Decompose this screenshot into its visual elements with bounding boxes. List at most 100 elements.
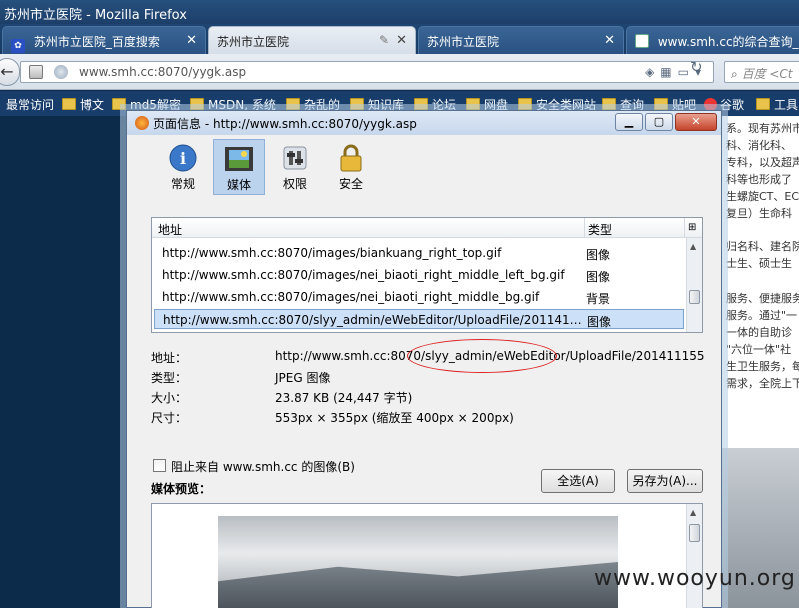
- page-info-dialog: 页面信息 - http://www.smh.cc:8070/yygk.asp ▁…: [126, 110, 722, 608]
- folder-icon: [466, 98, 480, 110]
- page-text: 生螺旋CT、EC: [726, 190, 799, 203]
- watermark: www.wooyun.org: [594, 566, 796, 591]
- folder-icon: [286, 98, 300, 110]
- folder-icon: [518, 98, 532, 110]
- tab-baidu-search[interactable]: ✿ 苏州市立医院_百度搜索 ✕: [2, 26, 206, 54]
- pin-icon: ✎: [378, 33, 389, 47]
- dialog-title: 页面信息 - http://www.smh.cc:8070/yygk.asp: [153, 117, 417, 131]
- globe-icon: [54, 65, 68, 79]
- folder-icon: [350, 98, 364, 110]
- tab-strip: ✿ 苏州市立医院_百度搜索 ✕ 苏州市立医院 ✎ ✕ 苏州市立医院 ✕ www.…: [0, 24, 799, 54]
- maximize-button[interactable]: ▢: [645, 113, 673, 131]
- tab-close-icon[interactable]: ✕: [396, 33, 407, 48]
- magnifier-icon: ⌕: [731, 67, 738, 81]
- detail-type-label: 类型：: [151, 371, 188, 385]
- bookmark-folder[interactable]: 工具: [756, 96, 798, 113]
- scroll-up-icon[interactable]: ▲: [690, 242, 696, 251]
- tab-security[interactable]: 安全: [325, 139, 377, 195]
- bookmark-folder[interactable]: 博文: [62, 96, 104, 113]
- page-text: 一体的自助诊: [726, 326, 792, 339]
- scroll-thumb[interactable]: [689, 524, 700, 542]
- media-preview: ▲: [151, 503, 703, 608]
- block-images-label: 阻止来自 www.smh.cc 的图像(B): [171, 460, 355, 474]
- page-text: 服务、便捷服务: [726, 292, 799, 305]
- tab-close-icon[interactable]: ✕: [186, 33, 197, 48]
- table-row[interactable]: http://www.smh.cc:8070/images/nei_biaoti…: [154, 265, 684, 285]
- url-text: www.smh.cc:8070/yygk.asp: [79, 65, 247, 79]
- column-address[interactable]: 地址: [158, 221, 182, 238]
- tab-general[interactable]: i 常规: [157, 139, 209, 195]
- page-text: 科、消化科、: [726, 139, 792, 152]
- window-title: 苏州市立医院 - Mozilla Firefox: [4, 8, 187, 23]
- tab-label: 苏州市立医院: [427, 35, 500, 49]
- column-type[interactable]: 类型: [588, 221, 612, 238]
- highlight-annotation: [407, 339, 557, 373]
- site-favicon-icon: [635, 34, 649, 48]
- folder-icon: [112, 98, 126, 110]
- window-titlebar: 苏州市立医院 - Mozilla Firefox: [0, 0, 799, 24]
- save-as-button[interactable]: 另存为(A)...: [627, 469, 703, 493]
- table-row-selected[interactable]: http://www.smh.cc:8070/slyy_admin/eWebEd…: [154, 309, 684, 329]
- media-list-header: 地址 类型 ⊞: [152, 218, 702, 238]
- page-identity-icon: [29, 65, 43, 79]
- url-bar[interactable]: www.smh.cc:8070/yygk.asp ◈▦▭▾: [20, 61, 714, 83]
- folder-icon: [414, 98, 428, 110]
- page-text: 复旦）生命科: [726, 207, 792, 220]
- preview-scrollbar[interactable]: ▲: [686, 504, 702, 608]
- navigation-bar: ← www.smh.cc:8070/yygk.asp ◈▦▭▾ ↻ ⌕ 百度 <…: [0, 54, 799, 90]
- page-text: 士生、硕士生: [726, 257, 792, 270]
- page-text: 系。现有苏州市: [726, 122, 799, 135]
- close-button[interactable]: ✕: [675, 113, 717, 131]
- scroll-up-icon[interactable]: ▲: [690, 508, 696, 517]
- column-separator: [684, 218, 685, 238]
- page-text: 科等也形成了: [726, 173, 792, 186]
- detail-size-label: 大小：: [151, 391, 188, 405]
- lock-icon: [336, 143, 366, 173]
- detail-dims-label: 尺寸：: [151, 411, 188, 425]
- tab-close-icon[interactable]: ✕: [604, 33, 615, 48]
- block-images-checkbox[interactable]: [153, 459, 166, 472]
- tab-label: 苏州市立医院: [217, 35, 290, 49]
- tab-smh-query[interactable]: www.smh.cc的综合查询_: [626, 26, 799, 54]
- minimize-button[interactable]: ▁: [615, 113, 643, 131]
- media-list[interactable]: 地址 类型 ⊞ http://www.smh.cc:8070/images/bi…: [151, 217, 703, 333]
- tab-hospital-active[interactable]: 苏州市立医院 ✎ ✕: [208, 26, 416, 54]
- detail-address-label: 地址：: [151, 351, 188, 365]
- tab-label: 苏州市立医院_百度搜索: [33, 35, 160, 49]
- baidu-paw-icon: ✿: [11, 39, 25, 53]
- select-all-button[interactable]: 全选(A): [541, 469, 615, 493]
- folder-icon: [602, 98, 616, 110]
- detail-size-value: 23.87 KB (24,447 字节): [275, 391, 413, 405]
- folder-icon: [62, 98, 76, 110]
- folder-icon: [190, 98, 204, 110]
- detail-type-value: JPEG 图像: [275, 371, 331, 385]
- scroll-thumb[interactable]: [689, 290, 700, 304]
- page-text: 生卫生服务，每: [726, 360, 799, 373]
- info-icon: i: [168, 143, 198, 173]
- search-placeholder: 百度 <Ct: [741, 67, 793, 81]
- tab-hospital[interactable]: 苏州市立医院 ✕: [418, 26, 624, 54]
- table-row[interactable]: http://www.smh.cc:8070/images/biankuang_…: [154, 243, 684, 263]
- list-scrollbar[interactable]: ▲: [686, 238, 702, 332]
- page-text: 归名科、建名院: [726, 240, 799, 253]
- tab-label: www.smh.cc的综合查询_: [657, 35, 799, 49]
- page-text: 需求，全院上下: [726, 377, 799, 390]
- table-row[interactable]: http://www.smh.cc:8070/images/nei_biaoti…: [154, 287, 684, 307]
- permissions-icon: [280, 143, 310, 173]
- page-text: 专科，以及超声: [726, 156, 799, 169]
- tab-permissions[interactable]: 权限: [269, 139, 321, 195]
- media-preview-label: 媒体预览：: [151, 482, 212, 496]
- search-box[interactable]: ⌕ 百度 <Ct: [724, 61, 799, 83]
- page-text: "六位一体"社: [726, 343, 792, 356]
- firefox-icon: [135, 116, 149, 130]
- bookmark-most-visited[interactable]: 最常访问: [6, 96, 54, 113]
- page-text: 服务。通过"一: [726, 309, 798, 322]
- column-picker-icon[interactable]: ⊞: [688, 222, 696, 233]
- reload-icon[interactable]: ↻: [690, 58, 703, 76]
- dialog-toolbar: i 常规 媒体 权限 安全: [127, 135, 721, 199]
- dialog-titlebar: 页面信息 - http://www.smh.cc:8070/yygk.asp ▁…: [127, 111, 721, 135]
- tab-media[interactable]: 媒体: [213, 139, 265, 195]
- back-button[interactable]: ←: [0, 58, 20, 86]
- svg-text:i: i: [180, 149, 186, 168]
- column-separator: [584, 218, 585, 238]
